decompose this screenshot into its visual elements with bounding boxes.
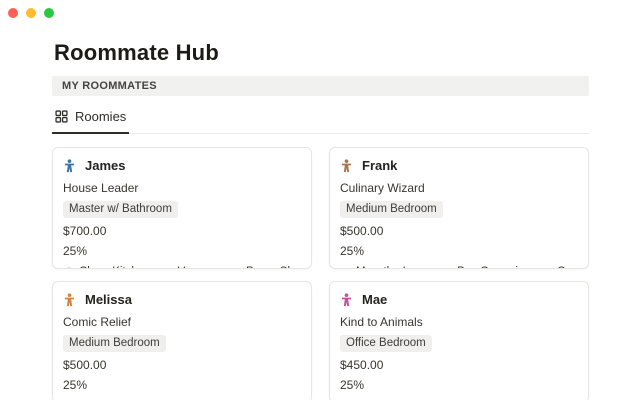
- zoom-window-button[interactable]: [44, 8, 54, 18]
- roommate-role: House Leader: [63, 181, 301, 195]
- notion-window: Roommate Hub MY ROOMMATES Roomies James …: [0, 0, 640, 400]
- room-tag: Medium Bedroom: [340, 201, 443, 218]
- roommate-card-melissa[interactable]: Melissa Comic Relief Medium Bedroom $500…: [52, 281, 312, 400]
- roommate-card-james[interactable]: James House Leader Master w/ Bathroom $7…: [52, 147, 312, 269]
- person-icon: [340, 293, 353, 307]
- chore-label: Cook Friday night dinn: [557, 266, 578, 269]
- chore-label: Mow the Lawn: [356, 266, 430, 269]
- chore-item: Prune Shrubs: [230, 266, 301, 269]
- card-title-row: Melissa: [63, 292, 301, 307]
- tab-roomies[interactable]: Roomies: [52, 102, 129, 134]
- roommate-role: Kind to Animals: [340, 315, 578, 329]
- roommate-card-mae[interactable]: Mae Kind to Animals Office Bedroom $450.…: [329, 281, 589, 400]
- vacuum-icon: [162, 267, 173, 270]
- chore-label: Clean Kitchen: [79, 266, 151, 269]
- leaf-icon: [230, 267, 241, 270]
- split-percent: 25%: [340, 244, 578, 258]
- roommate-name: Mae: [362, 292, 387, 307]
- roommate-role: Comic Relief: [63, 315, 301, 329]
- rent-amount: $500.00: [340, 224, 578, 238]
- gallery-view-icon: [55, 110, 68, 123]
- room-tag-row: Office Bedroom: [340, 335, 578, 352]
- chore-label: Vacuum: [178, 266, 219, 269]
- roommate-name: Melissa: [85, 292, 132, 307]
- card-title-row: Mae: [340, 292, 578, 307]
- section-banner: MY ROOMMATES: [52, 76, 589, 96]
- room-tag: Master w/ Bathroom: [63, 201, 178, 218]
- room-tag-row: Master w/ Bathroom: [63, 201, 301, 218]
- shopping-cart-icon: [441, 267, 452, 270]
- leaf-icon: [340, 267, 351, 270]
- chore-item: Clean Kitchen: [63, 266, 151, 269]
- soap-dispenser-icon: [63, 267, 74, 270]
- rent-amount: $450.00: [340, 358, 578, 372]
- chore-list: Mow the Lawn Buy Groceries Cook Friday n…: [340, 266, 578, 269]
- roommate-name: Frank: [362, 158, 397, 173]
- chore-item: Buy Groceries: [441, 266, 530, 269]
- roommate-gallery: James House Leader Master w/ Bathroom $7…: [52, 147, 589, 400]
- chore-item: Vacuum: [162, 266, 219, 269]
- room-tag-row: Medium Bedroom: [63, 335, 301, 352]
- card-title-row: James: [63, 158, 301, 173]
- split-percent: 25%: [63, 378, 301, 392]
- chore-label: Buy Groceries: [457, 266, 530, 269]
- roommate-role: Culinary Wizard: [340, 181, 578, 195]
- rent-amount: $700.00: [63, 224, 301, 238]
- person-icon: [340, 159, 353, 173]
- person-icon: [63, 159, 76, 173]
- room-tag: Medium Bedroom: [63, 335, 166, 352]
- card-title-row: Frank: [340, 158, 578, 173]
- close-window-button[interactable]: [8, 8, 18, 18]
- roommate-name: James: [85, 158, 125, 173]
- minimize-window-button[interactable]: [26, 8, 36, 18]
- roommate-card-frank[interactable]: Frank Culinary Wizard Medium Bedroom $50…: [329, 147, 589, 269]
- page-title: Roommate Hub: [54, 40, 589, 66]
- chore-item: Cook Friday night dinn: [541, 266, 578, 269]
- rent-amount: $500.00: [63, 358, 301, 372]
- person-icon: [63, 293, 76, 307]
- chore-item: Mow the Lawn: [340, 266, 430, 269]
- split-percent: 25%: [340, 378, 578, 392]
- tab-label: Roomies: [75, 109, 126, 124]
- bento-box-icon: [541, 267, 552, 270]
- chore-list: Clean Kitchen Vacuum Prune Shrubs: [63, 266, 301, 269]
- split-percent: 25%: [63, 244, 301, 258]
- chore-label: Prune Shrubs: [246, 266, 301, 269]
- window-controls: [8, 8, 54, 18]
- view-tab-bar: Roomies: [52, 102, 589, 134]
- page-content: Roommate Hub MY ROOMMATES Roomies James …: [52, 40, 589, 400]
- room-tag-row: Medium Bedroom: [340, 201, 578, 218]
- room-tag: Office Bedroom: [340, 335, 432, 352]
